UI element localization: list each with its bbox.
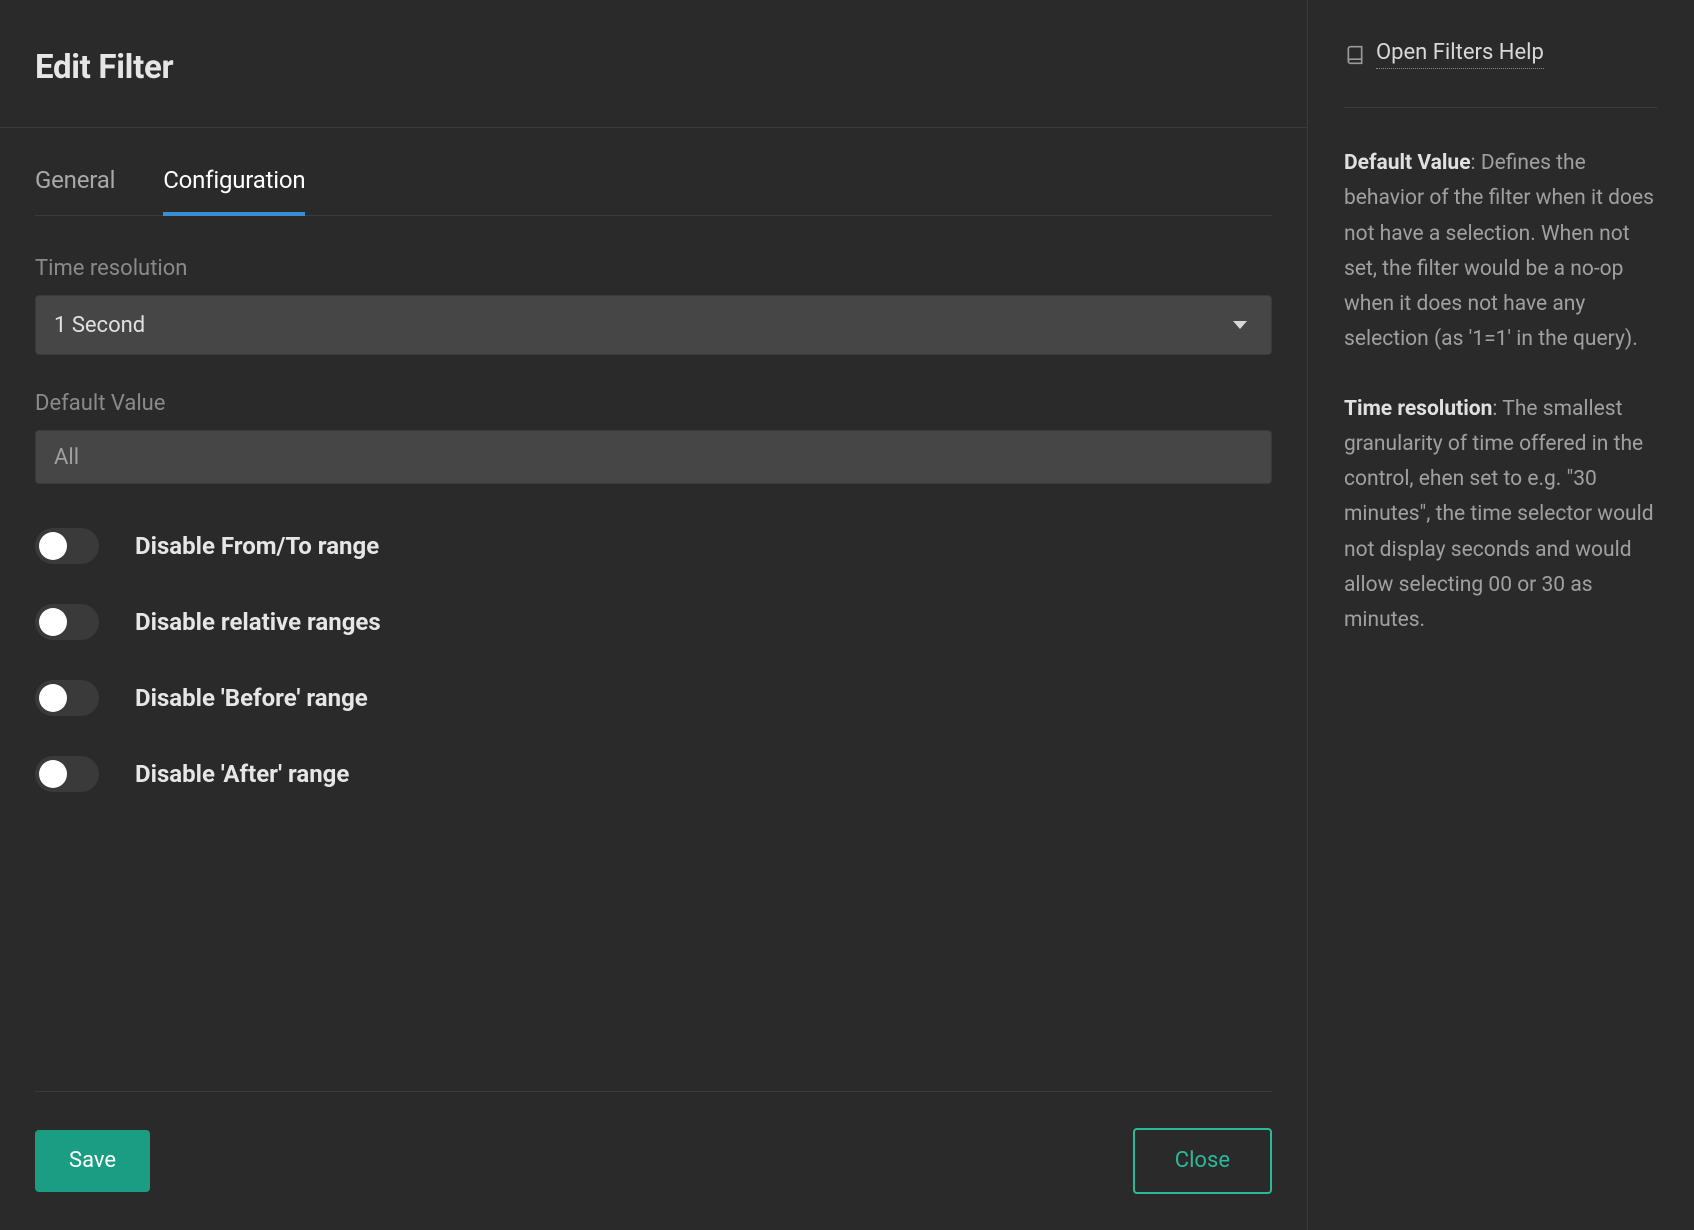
toggle-row-from-to: Disable From/To range [35,528,1272,564]
help-paragraph-time-resolution: Time resolution: The smallest granularit… [1344,392,1658,639]
default-value-group: Default Value [35,391,1272,484]
toggle-row-relative: Disable relative ranges [35,604,1272,640]
help-panel: Open Filters Help Default Value: Defines… [1308,0,1694,1230]
form-area: Time resolution 1 Second Default Value D… [35,216,1272,832]
save-button[interactable]: Save [35,1130,150,1192]
help-para1-strong: Default Value [1344,151,1471,175]
close-button[interactable]: Close [1133,1128,1272,1194]
toggle-relative[interactable] [35,604,99,640]
toggle-row-after: Disable 'After' range [35,756,1272,792]
help-para2-strong: Time resolution [1344,397,1492,421]
default-value-input[interactable] [35,430,1272,484]
help-link[interactable]: Open Filters Help [1376,40,1544,69]
toggle-after[interactable] [35,756,99,792]
help-link-row: Open Filters Help [1344,40,1658,108]
toggle-list: Disable From/To range Disable relative r… [35,520,1272,792]
toggle-knob [39,684,67,712]
tabs: General Configuration [35,128,1272,216]
toggle-from-to[interactable] [35,528,99,564]
toggle-from-to-label: Disable From/To range [135,532,379,560]
page-title: Edit Filter [35,48,1272,87]
tab-configuration[interactable]: Configuration [163,166,305,216]
time-resolution-value: 1 Second [54,313,145,338]
help-para2-body: : The smallest granularity of time offer… [1344,397,1654,633]
chevron-down-icon [1233,321,1247,329]
book-icon [1344,45,1366,65]
toggle-after-label: Disable 'After' range [135,760,349,788]
toggle-knob [39,760,67,788]
main-panel: Edit Filter General Configuration Time r… [0,0,1308,1230]
toggle-before-label: Disable 'Before' range [135,684,368,712]
default-value-label: Default Value [35,391,1272,416]
toggle-row-before: Disable 'Before' range [35,680,1272,716]
time-resolution-select[interactable]: 1 Second [35,295,1272,355]
help-paragraph-default-value: Default Value: Defines the behavior of t… [1344,146,1658,358]
time-resolution-group: Time resolution 1 Second [35,256,1272,355]
header: Edit Filter [0,0,1307,128]
tab-general[interactable]: General [35,166,115,216]
help-para1-body: : Defines the behavior of the filter whe… [1344,151,1654,351]
toggle-knob [39,532,67,560]
toggle-relative-label: Disable relative ranges [135,608,381,636]
footer-actions: Save Close [35,1091,1272,1230]
toggle-knob [39,608,67,636]
toggle-before[interactable] [35,680,99,716]
time-resolution-label: Time resolution [35,256,1272,281]
